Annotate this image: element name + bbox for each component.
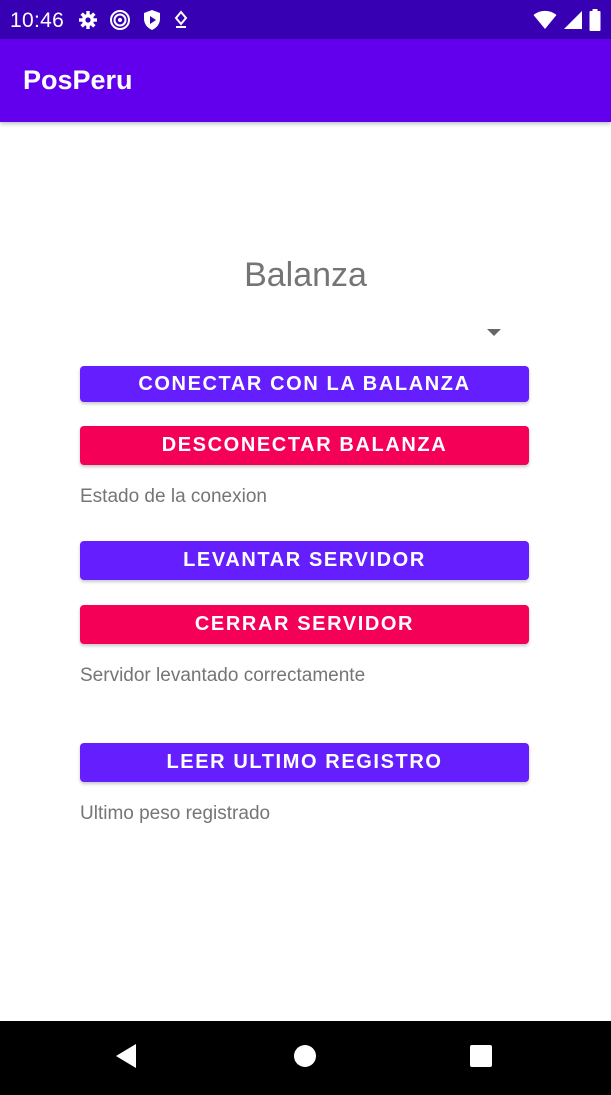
home-button[interactable]: [265, 1021, 345, 1095]
main-content: Balanza CONECTAR CON LA BALANZA DESCONEC…: [0, 122, 611, 1021]
status-icons-left: [78, 9, 189, 31]
recents-button[interactable]: [441, 1021, 521, 1095]
app-bar: PosPeru: [0, 39, 611, 122]
app-title: PosPeru: [23, 65, 133, 95]
last-weight-label: Ultimo peso registrado: [80, 803, 271, 824]
disconnect-scale-button[interactable]: DESCONECTAR BALANZA: [80, 426, 529, 465]
battery-icon: [589, 9, 601, 31]
dropdown-arrow-icon: [487, 329, 501, 336]
read-last-record-button[interactable]: LEER ULTIMO REGISTRO: [80, 743, 529, 782]
recents-icon: [470, 1044, 492, 1072]
scale-spinner[interactable]: [80, 315, 529, 349]
connect-scale-button[interactable]: CONECTAR CON LA BALANZA: [80, 366, 529, 402]
server-status-label: Servidor levantado correctamente: [80, 665, 366, 686]
status-time: 10:46: [10, 9, 65, 32]
page-heading: Balanza: [244, 256, 367, 294]
stop-server-button[interactable]: CERRAR SERVIDOR: [80, 605, 529, 644]
shield-play-icon: [142, 9, 162, 31]
connection-status-label: Estado de la conexion: [80, 486, 267, 507]
status-bar: 10:46: [0, 0, 611, 39]
back-button[interactable]: [86, 1021, 166, 1095]
target-icon: [109, 9, 131, 31]
location-pin-icon: [173, 10, 189, 30]
home-icon: [293, 1044, 317, 1073]
gear-icon: [78, 10, 98, 30]
signal-icon: [563, 10, 583, 30]
wifi-icon: [533, 10, 557, 30]
back-icon: [114, 1043, 138, 1074]
navigation-bar: [0, 1021, 611, 1095]
start-server-button[interactable]: LEVANTAR SERVIDOR: [80, 541, 529, 580]
status-icons-right: [533, 9, 601, 31]
